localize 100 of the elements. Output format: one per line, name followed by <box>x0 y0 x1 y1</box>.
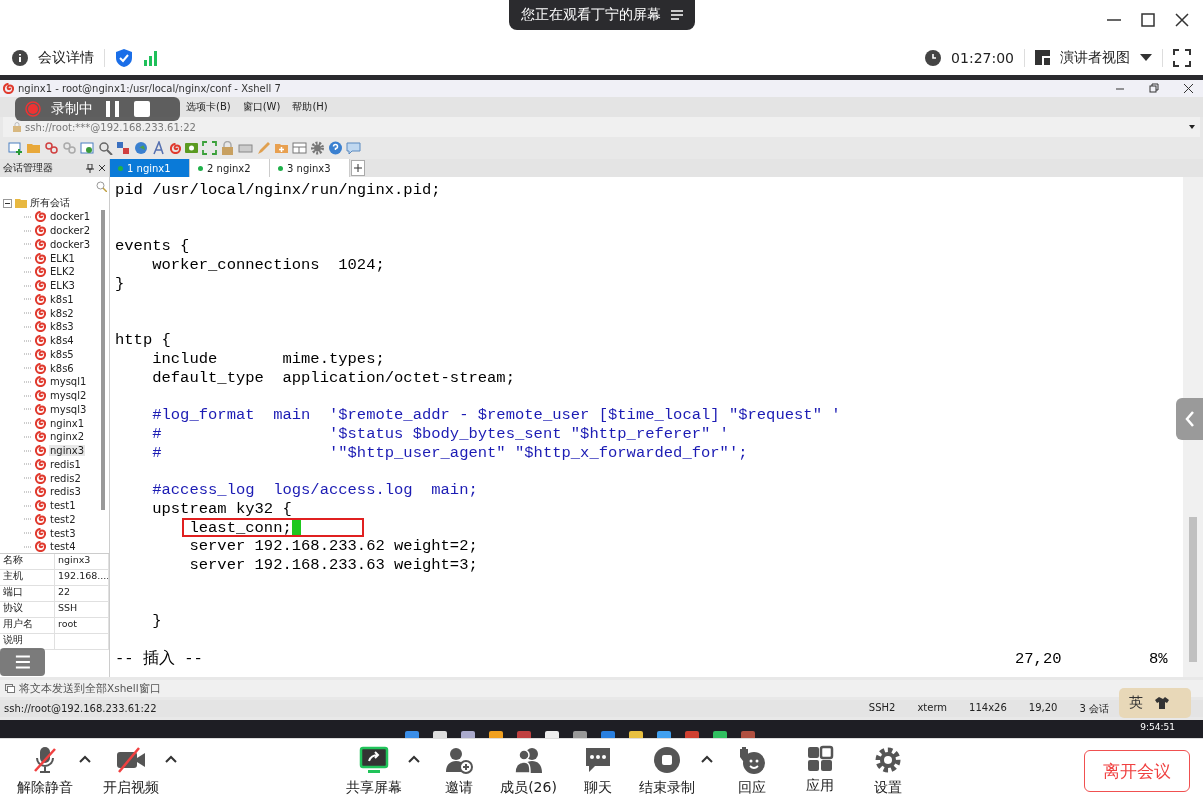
meeting-details-link[interactable]: 会议详情 <box>38 48 94 67</box>
message-icon[interactable] <box>346 141 361 155</box>
menu-item[interactable]: 选项卡(B) <box>186 100 231 114</box>
info-icon[interactable] <box>12 49 28 66</box>
menu-item[interactable]: 窗口(W) <box>242 100 281 114</box>
session-item[interactable]: test4 <box>49 541 77 553</box>
shirt-icon[interactable] <box>1155 697 1169 709</box>
code-line: worker_connections 1024; <box>152 256 385 274</box>
apps-grid-icon[interactable] <box>805 745 834 773</box>
session-item[interactable]: k8s5 <box>49 348 75 360</box>
shield-check-icon[interactable] <box>115 47 133 68</box>
folder-plus-icon[interactable] <box>274 141 289 155</box>
property-value: 22 <box>55 586 109 601</box>
transfer-icon[interactable] <box>116 141 131 155</box>
session-item[interactable]: redis3 <box>49 486 82 498</box>
menu-icon[interactable] <box>0 648 45 676</box>
caret-icon[interactable] <box>700 755 713 763</box>
camera-off-icon[interactable] <box>114 745 148 775</box>
session-item[interactable]: ELK1 <box>49 252 76 264</box>
session-item[interactable]: nginx3 <box>49 445 86 457</box>
settings-icon[interactable] <box>310 141 325 155</box>
toolbar-button[interactable]: 结束录制 <box>636 745 697 797</box>
muted-mic-icon[interactable] <box>31 745 59 775</box>
terminal[interactable] <box>110 177 1183 677</box>
session-tab[interactable]: 2 nginx2 <box>190 159 270 177</box>
session-item[interactable]: ELK3 <box>49 280 76 292</box>
stop-record-icon[interactable] <box>651 745 682 775</box>
toolbar-button[interactable]: 回应 <box>722 745 781 797</box>
session-item[interactable]: mysql2 <box>49 390 88 402</box>
session-item[interactable]: redis1 <box>49 458 82 470</box>
windows-icon[interactable] <box>5 684 15 693</box>
toolbar-button[interactable]: 应用 <box>790 745 849 797</box>
scrollbar-thumb[interactable] <box>1189 517 1197 662</box>
address-bar[interactable]: ssh://root:***@192.168.233.61:22 <box>3 117 1200 137</box>
session-item[interactable]: test2 <box>49 513 77 525</box>
members-icon[interactable] <box>512 745 545 775</box>
fullscreen-icon[interactable] <box>1173 48 1191 67</box>
toolbar-button[interactable]: 共享屏幕 <box>344 745 405 797</box>
session-item[interactable]: mysql1 <box>49 376 88 388</box>
leave-meeting-button[interactable]: 离开会议 <box>1084 750 1190 792</box>
view-mode-dropdown[interactable]: 演讲者视图 <box>1060 48 1130 67</box>
invite-person-icon[interactable] <box>444 745 475 775</box>
plus-icon[interactable] <box>354 164 362 172</box>
session-item[interactable]: docker3 <box>49 238 92 250</box>
session-item[interactable]: test1 <box>49 500 77 512</box>
caret-icon[interactable] <box>165 755 177 763</box>
property-value: nginx3 <box>55 554 109 569</box>
session-item[interactable]: k8s4 <box>49 335 75 347</box>
toolbar-button[interactable]: 邀请 <box>430 745 489 797</box>
session-item[interactable]: redis2 <box>49 472 82 484</box>
code-line: least_conn; <box>189 518 292 537</box>
list-icon[interactable] <box>670 10 683 20</box>
search-icon[interactable] <box>96 181 107 192</box>
session-folder[interactable]: 所有会话 <box>30 196 70 210</box>
font-icon[interactable] <box>152 141 167 155</box>
caret-icon[interactable] <box>79 755 91 763</box>
session-item[interactable]: k8s2 <box>49 307 75 319</box>
caret-icon[interactable] <box>408 755 421 763</box>
session-item[interactable]: docker1 <box>49 211 92 223</box>
close-icon[interactable] <box>98 164 106 172</box>
toolbar-button[interactable]: 开启视频 <box>101 745 161 797</box>
chevron-left-icon[interactable] <box>1184 411 1195 427</box>
banner-text: 您正在观看丁宁的屏幕 <box>520 6 661 24</box>
pin-icon[interactable] <box>86 163 94 173</box>
compose-bar-text[interactable]: 将文本发送到全部Xshell窗口 <box>19 681 161 696</box>
toolbar-button[interactable]: 解除静音 <box>15 745 75 797</box>
ime-widget[interactable]: 英 <box>1119 688 1191 718</box>
toolbar-button[interactable]: 设置 <box>858 745 917 797</box>
input-mode[interactable]: 英 <box>1129 694 1143 712</box>
collapse-tab[interactable] <box>1176 398 1203 440</box>
session-tab[interactable]: 1 nginx1 <box>110 159 190 177</box>
search-icon[interactable] <box>98 141 113 155</box>
share-screen-icon[interactable] <box>359 745 390 775</box>
new-session-icon[interactable] <box>8 141 23 155</box>
new-tab-button[interactable] <box>351 160 365 176</box>
session-item[interactable]: nginx1 <box>49 417 86 429</box>
layout-icon[interactable] <box>1035 50 1050 65</box>
session-tab[interactable]: 3 nginx3 <box>270 159 350 177</box>
session-item[interactable]: k8s3 <box>49 321 75 333</box>
link-icon[interactable] <box>44 141 59 155</box>
toolbar-button[interactable]: 聊天 <box>568 745 627 797</box>
menu-item[interactable]: 帮助(H) <box>292 100 328 114</box>
globe-icon[interactable] <box>134 141 149 155</box>
session-item[interactable]: k8s6 <box>49 362 75 374</box>
session-item[interactable]: nginx2 <box>49 431 86 443</box>
help-icon[interactable] <box>328 141 343 155</box>
tree-branch-line <box>24 229 32 232</box>
code-line: } <box>152 612 162 631</box>
collapse-icon[interactable] <box>3 198 12 208</box>
stop-icon[interactable] <box>133 100 151 118</box>
session-item[interactable]: docker2 <box>49 225 92 237</box>
session-item[interactable]: test3 <box>49 527 77 539</box>
toolbar-button[interactable]: 成员(26) <box>498 745 559 797</box>
tree-branch-line <box>24 353 32 356</box>
session-item[interactable]: k8s1 <box>49 293 75 305</box>
session-item[interactable]: mysql3 <box>49 403 88 415</box>
media-icon[interactable] <box>184 141 199 155</box>
status-item: 3 会话 <box>1079 701 1109 716</box>
session-item[interactable]: ELK2 <box>49 266 76 278</box>
dropdown-arrow-icon[interactable] <box>1140 53 1152 62</box>
